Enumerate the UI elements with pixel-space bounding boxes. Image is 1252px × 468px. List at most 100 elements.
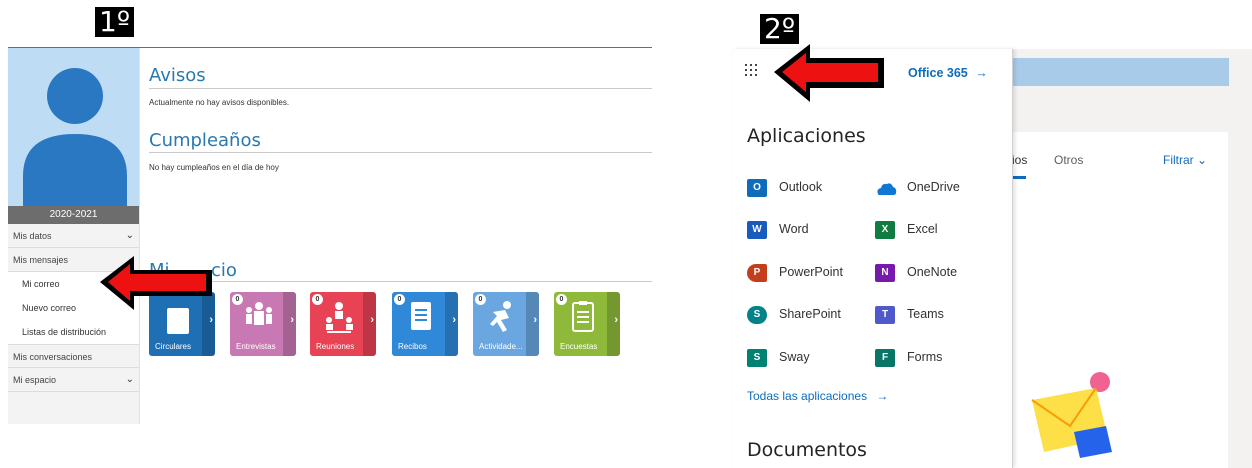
count-badge: 0 xyxy=(394,294,405,305)
people-icon xyxy=(246,302,272,325)
menu-label: Mis datos xyxy=(13,231,52,241)
clipboard-icon xyxy=(572,301,594,332)
menu-mis-datos[interactable]: Mis datos ⌄ xyxy=(8,224,139,248)
app-label: OneNote xyxy=(907,265,958,279)
tab-focused-partial[interactable]: ios xyxy=(1012,153,1027,167)
app-word[interactable]: W Word xyxy=(747,219,867,241)
filter-button[interactable]: Filtrar ⌄ xyxy=(1163,153,1207,167)
chevron-down-icon: ⌄ xyxy=(1197,153,1208,167)
tile-reuniones[interactable]: 0 › Reuniones xyxy=(310,292,376,356)
sharepoint-icon: S xyxy=(747,306,767,324)
app-label: PowerPoint xyxy=(779,265,843,279)
all-apps-link[interactable]: Todas las aplicaciones → xyxy=(747,389,888,403)
app-onenote[interactable]: N OneNote xyxy=(875,262,995,284)
documents-title: Documentos xyxy=(747,439,867,461)
avisos-title: Avisos xyxy=(149,65,206,86)
tile-actividades[interactable]: 0 › Actividade... xyxy=(473,292,539,356)
menu-mi-espacio[interactable]: Mi espacio ⌄ xyxy=(8,368,139,392)
tile-label: Entrevistas xyxy=(236,342,276,351)
cumpleanos-text: No hay cumpleaños en el día de hoy xyxy=(149,163,279,172)
word-icon: W xyxy=(747,221,767,239)
chevron-down-icon: ⌄ xyxy=(125,230,134,241)
chevron-right-icon: › xyxy=(614,314,618,326)
app-launcher-panel xyxy=(733,49,1013,468)
school-year: 2020-2021 xyxy=(8,206,139,224)
chevron-down-icon: ⌄ xyxy=(125,374,134,385)
apps-title: Aplicaciones xyxy=(747,125,866,147)
menu-label: Mis conversaciones xyxy=(13,352,93,362)
activity-icon xyxy=(490,301,511,332)
app-label: Word xyxy=(779,222,809,236)
outlook-icon: O xyxy=(747,179,767,197)
app-label: Excel xyxy=(907,222,938,236)
app-label: SharePoint xyxy=(779,307,841,321)
tile-label: Recibos xyxy=(398,342,427,351)
chevron-right-icon: › xyxy=(533,314,537,326)
app-label: OneDrive xyxy=(907,180,960,194)
excel-icon: X xyxy=(875,221,895,239)
annotation-arrow-right xyxy=(774,44,884,102)
tab-otros[interactable]: Otros xyxy=(1054,153,1083,167)
menu-label: Mis mensajes xyxy=(13,255,69,265)
count-badge: 0 xyxy=(475,294,486,305)
app-label: Sway xyxy=(779,350,810,364)
onedrive-icon xyxy=(877,183,897,195)
tile-label: Encuestas xyxy=(560,342,598,351)
tile-entrevistas[interactable]: 0 › Entrevistas xyxy=(230,292,296,356)
sway-icon: S xyxy=(747,349,767,367)
filter-label: Filtrar xyxy=(1163,153,1194,167)
app-label: Forms xyxy=(907,350,943,364)
app-sway[interactable]: S Sway xyxy=(747,347,867,369)
app-outlook[interactable]: O Outlook xyxy=(747,177,867,199)
powerpoint-icon: P xyxy=(747,264,767,282)
chevron-right-icon: › xyxy=(452,314,456,326)
mail-illustration-icon xyxy=(1031,372,1112,458)
app-sharepoint[interactable]: S SharePoint xyxy=(747,304,867,326)
all-apps-label: Todas las aplicaciones xyxy=(747,389,868,403)
app-excel[interactable]: X Excel xyxy=(875,219,995,241)
user-avatar-icon xyxy=(23,68,127,224)
office-365-label: Office 365 xyxy=(908,66,968,80)
tile-label: Actividade... xyxy=(479,342,523,351)
count-badge: 0 xyxy=(232,294,243,305)
submenu-label: Listas de distribución xyxy=(22,327,107,337)
mi-espacio-divider xyxy=(149,281,652,282)
tile-encuestas[interactable]: 0 › Encuestas xyxy=(554,292,620,356)
avisos-divider xyxy=(149,88,652,89)
avatar[interactable] xyxy=(8,48,139,224)
document-icon xyxy=(411,302,431,330)
chevron-right-icon: › xyxy=(290,314,294,326)
arrow-right-icon: → xyxy=(975,66,988,80)
meeting-icon xyxy=(326,302,353,333)
annotation-arrow-left xyxy=(100,256,212,310)
cumpleanos-divider xyxy=(149,152,652,153)
onenote-icon: N xyxy=(875,264,895,282)
arrow-right-icon: → xyxy=(876,389,889,403)
active-tab-indicator xyxy=(1012,176,1026,179)
app-launcher-waffle-icon[interactable] xyxy=(745,64,759,78)
menu-label: Mi espacio xyxy=(13,375,57,385)
chevron-right-icon: › xyxy=(370,314,374,326)
avisos-text: Actualmente no hay avisos disponibles. xyxy=(149,98,290,107)
app-forms[interactable]: F Forms xyxy=(875,347,995,369)
app-powerpoint[interactable]: P PowerPoint xyxy=(747,262,867,284)
office-365-link[interactable]: Office 365 → xyxy=(908,66,988,80)
submenu-label: Nuevo correo xyxy=(22,303,77,313)
app-teams[interactable]: T Teams xyxy=(875,304,995,326)
count-badge: 0 xyxy=(556,294,567,305)
count-badge: 0 xyxy=(312,294,323,305)
tile-label: Circulares xyxy=(155,342,192,351)
app-onedrive[interactable]: OneDrive xyxy=(875,177,995,199)
chevron-right-icon: › xyxy=(209,314,213,326)
app-label: Teams xyxy=(907,307,944,321)
app-label: Outlook xyxy=(779,180,823,194)
submenu-label: Mi correo xyxy=(22,279,60,289)
cumpleanos-title: Cumpleaños xyxy=(149,130,261,151)
teams-icon: T xyxy=(875,306,895,324)
search-bar[interactable] xyxy=(1012,58,1229,86)
submenu-listas-distribucion[interactable]: Listas de distribución xyxy=(8,320,139,344)
tile-recibos[interactable]: 0 › Recibos xyxy=(392,292,458,356)
step-1-badge: 1º xyxy=(95,7,135,37)
menu-mis-conversaciones[interactable]: Mis conversaciones xyxy=(8,344,139,368)
tile-label: Reuniones xyxy=(316,342,355,351)
